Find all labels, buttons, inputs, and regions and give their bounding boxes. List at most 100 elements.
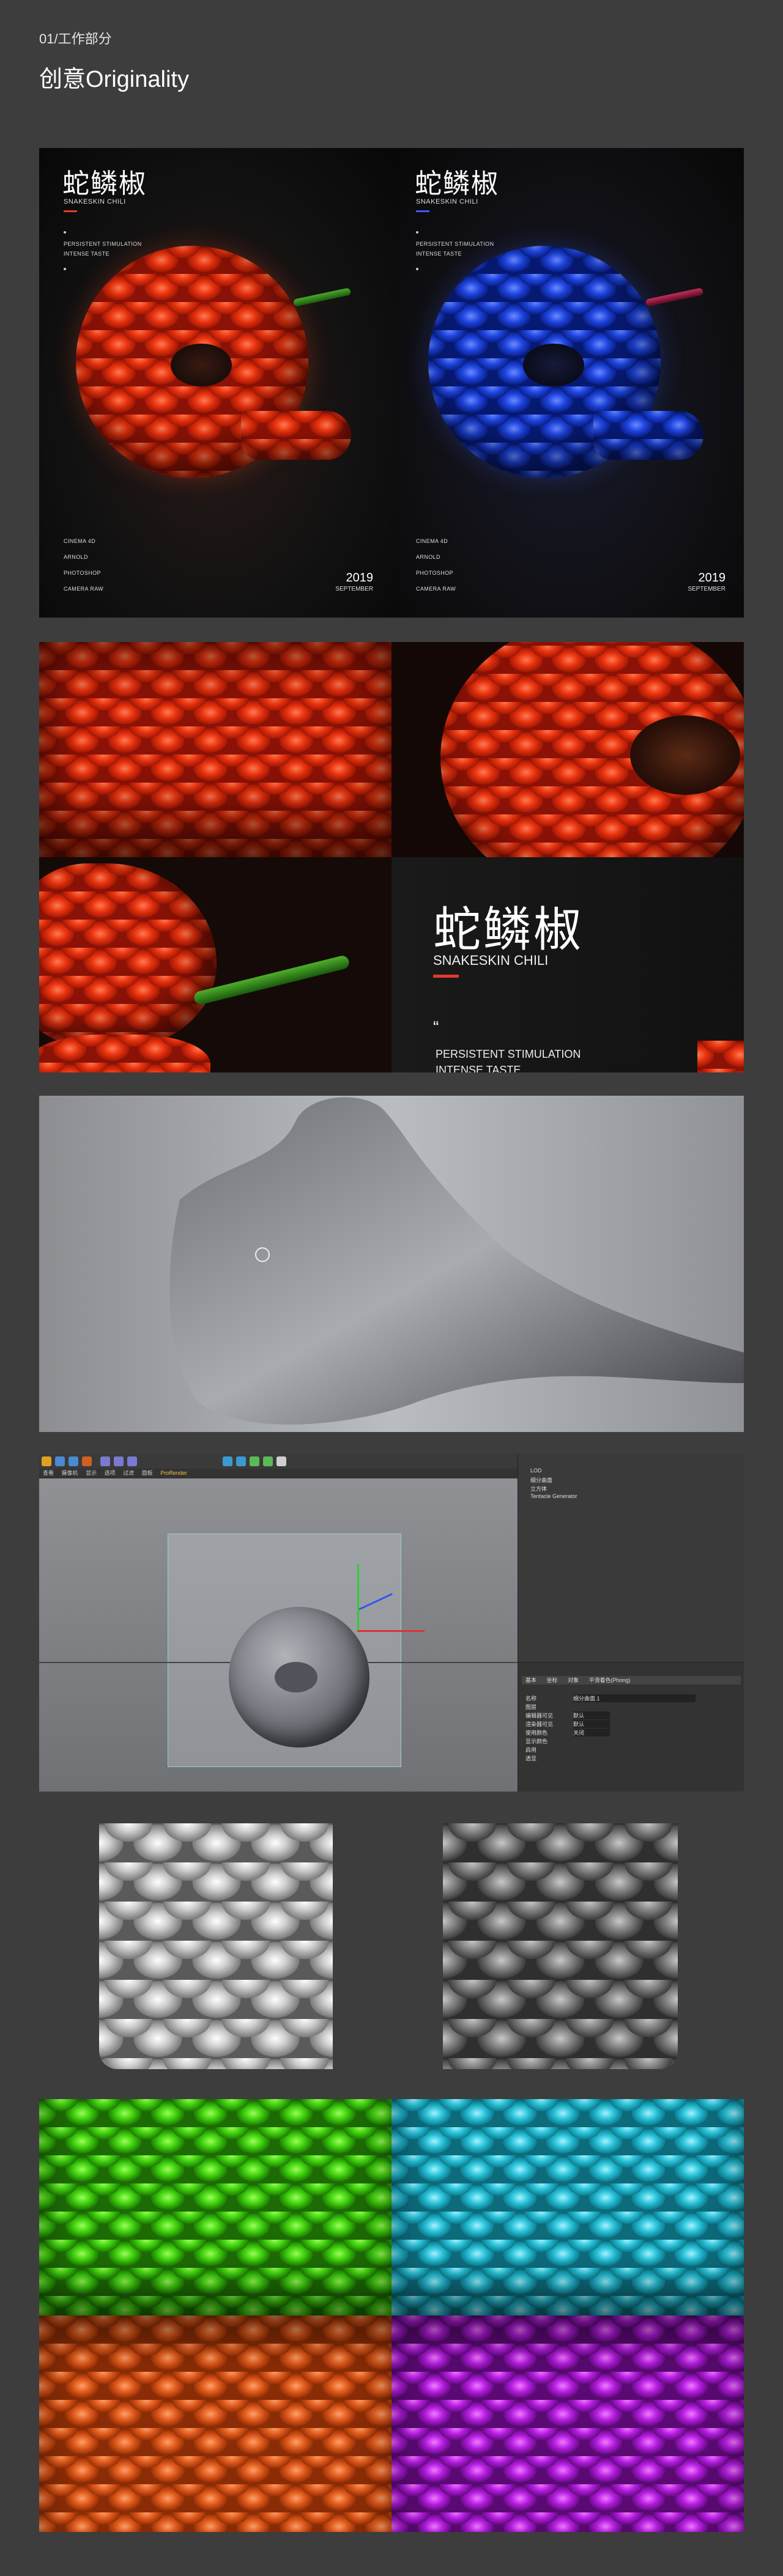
menu-item[interactable]: 摄像机 — [62, 1470, 78, 1476]
chili-body — [39, 863, 217, 1047]
detail-title: 蛇鳞椒 — [433, 902, 584, 958]
tool-icon[interactable] — [42, 1456, 51, 1466]
menu-item[interactable]: 查看 — [43, 1470, 54, 1476]
quote-mark: “ — [433, 1017, 439, 1036]
object-manager: LOD 细分曲面 立方体 Tentacle Generator — [518, 1454, 744, 1662]
attr-label: 显示颜色 — [525, 1738, 548, 1744]
axis-y — [357, 1564, 359, 1631]
attr-label: 透显 — [525, 1755, 537, 1762]
variant-orange — [39, 2316, 392, 2532]
tool-icon[interactable] — [82, 1456, 92, 1466]
object-row[interactable]: 立方体 — [530, 1485, 547, 1493]
bullet-dot — [416, 231, 418, 234]
detail-subtitle: SNAKESKIN CHILI — [433, 953, 549, 968]
attr-value[interactable]: 关闭 — [573, 1729, 610, 1736]
detail-tag2: INTENSE TASTE — [436, 1064, 521, 1072]
tool-item: PHOTOSHOP — [416, 570, 453, 576]
scale-texture-dark — [443, 1823, 678, 2069]
poster-tag1: PERSISTENT STIMULATION — [64, 241, 142, 247]
tool-icon[interactable] — [250, 1456, 259, 1466]
attr-value[interactable]: 默认 — [573, 1711, 610, 1719]
c4d-toolbar — [39, 1454, 518, 1469]
detail-crop-scales — [39, 642, 392, 857]
tool-icon[interactable] — [55, 1456, 65, 1466]
tool-icon[interactable] — [114, 1456, 124, 1466]
poster-tag2: INTENSE TASTE — [64, 251, 109, 257]
bullet-dot — [64, 231, 66, 234]
chili-body-lower — [39, 1035, 210, 1072]
tool-item: CAMERA RAW — [64, 586, 104, 592]
poster-year: 2019 — [698, 571, 726, 585]
attr-label: 渲染器可见 — [525, 1721, 554, 1727]
axis-x — [357, 1630, 425, 1632]
attr-tab[interactable]: 坐标 — [547, 1677, 558, 1683]
attribute-manager: 基本 坐标 对象 平滑着色(Phong) 名称 细分曲面.1 图层 编辑器可见 … — [518, 1662, 744, 1792]
menu-item[interactable]: 面板 — [142, 1470, 153, 1476]
accent-line — [433, 975, 459, 978]
detail-crop-title: 蛇鳞椒 SNAKESKIN CHILI “ PERSISTENT STIMULA… — [392, 857, 744, 1072]
model-hole — [275, 1662, 317, 1692]
tool-icon[interactable] — [69, 1456, 78, 1466]
object-row[interactable]: Tentacle Generator — [530, 1493, 577, 1499]
chili-hole — [523, 344, 584, 386]
object-row[interactable]: 细分曲面 — [530, 1476, 552, 1484]
attr-label: 名称 — [525, 1696, 537, 1702]
menu-item[interactable]: 显示 — [86, 1470, 97, 1476]
accent-line — [416, 210, 429, 212]
tool-item: PHOTOSHOP — [64, 570, 101, 576]
poster-title: 蛇鳞椒 — [415, 168, 499, 199]
attr-label: 启用 — [525, 1747, 537, 1753]
chili-hole — [171, 344, 232, 386]
poster-subtitle: SNAKESKIN CHILI — [64, 198, 126, 205]
tool-item: ARNOLD — [64, 554, 88, 560]
tool-item: ARNOLD — [416, 554, 440, 560]
chili-tail-scales — [593, 411, 703, 460]
chili-tail-scales — [241, 411, 351, 460]
poster-title: 蛇鳞椒 — [62, 168, 147, 199]
scale-corner — [697, 1041, 744, 1072]
poster-month: SEPTEMBER — [688, 586, 725, 592]
variant-purple — [392, 2316, 744, 2532]
tool-item: CINEMA 4D — [416, 538, 448, 544]
poster-tag1: PERSISTENT STIMULATION — [416, 241, 494, 247]
bullet-dot — [64, 268, 66, 270]
tool-icon[interactable] — [236, 1456, 246, 1466]
detail-tag1: PERSISTENT STIMULATION — [436, 1048, 581, 1060]
attr-value[interactable]: 默认 — [573, 1720, 610, 1728]
poster-tag2: INTENSE TASTE — [416, 251, 462, 257]
detail-crop-ring — [392, 642, 744, 857]
chili-stem — [645, 287, 704, 307]
menu-item[interactable]: 过滤 — [123, 1470, 134, 1476]
sculpt-shape — [169, 1097, 744, 1425]
poster-blue: 蛇鳞椒 SNAKESKIN CHILI PERSISTENT STIMULATI… — [392, 148, 744, 618]
detail-crop-stem — [39, 857, 392, 1072]
tool-item: CAMERA RAW — [416, 586, 456, 592]
poster-month: SEPTEMBER — [335, 586, 373, 592]
bullet-dot — [416, 268, 418, 270]
attr-tab[interactable]: 对象 — [568, 1677, 579, 1683]
tool-icon[interactable] — [100, 1456, 110, 1466]
variant-cyan — [392, 2099, 744, 2316]
attr-tab[interactable]: 基本 — [525, 1677, 536, 1683]
accent-line — [64, 210, 77, 212]
menu-item[interactable]: ProRender — [160, 1470, 187, 1476]
attr-value[interactable]: 细分曲面.1 — [573, 1694, 696, 1702]
tool-icon[interactable] — [263, 1456, 273, 1466]
tool-icon[interactable] — [223, 1456, 232, 1466]
tool-icon[interactable] — [127, 1456, 137, 1466]
attr-label: 图层 — [525, 1704, 537, 1710]
tool-item: CINEMA 4D — [64, 538, 96, 544]
chili-hole — [630, 715, 740, 795]
attr-tabs: 基本 坐标 对象 平滑着色(Phong) — [522, 1676, 741, 1685]
sculpt-render — [39, 1096, 744, 1432]
variant-green — [39, 2099, 392, 2316]
attr-tab[interactable]: 平滑着色(Phong) — [589, 1677, 631, 1683]
tool-icon[interactable] — [276, 1456, 286, 1466]
viewport[interactable] — [39, 1478, 518, 1792]
menu-item[interactable]: 选项 — [105, 1470, 116, 1476]
poster-year: 2019 — [346, 571, 374, 585]
object-row[interactable]: LOD — [530, 1467, 542, 1474]
viewport-menu: 查看 摄像机 显示 选项 过滤 面板 ProRender — [39, 1469, 518, 1478]
scale-texture-light — [99, 1823, 333, 2069]
poster-red: 蛇鳞椒 SNAKESKIN CHILI PERSISTENT STIMULATI… — [39, 148, 392, 618]
